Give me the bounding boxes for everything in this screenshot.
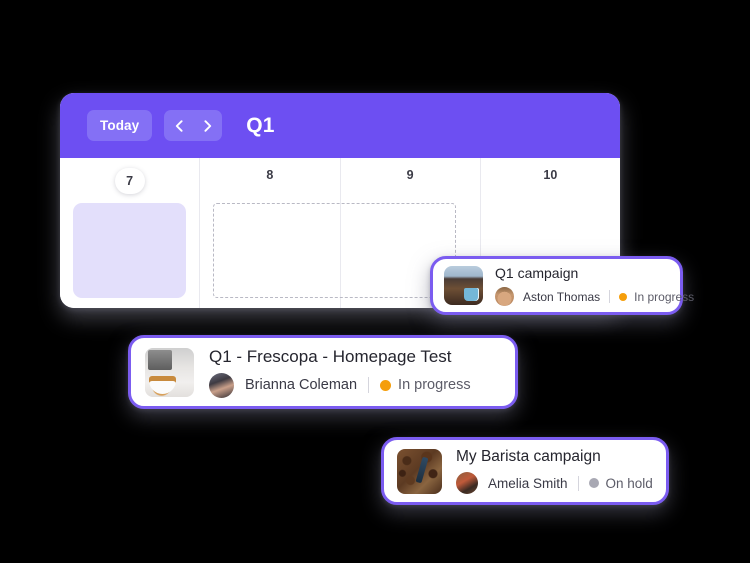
- status-label: On hold: [605, 475, 653, 491]
- today-button[interactable]: Today: [87, 110, 153, 141]
- status-badge: In progress: [619, 290, 694, 304]
- assignee-name: Brianna Coleman: [245, 377, 358, 393]
- avatar: [209, 372, 234, 398]
- status-badge: On hold: [588, 475, 653, 491]
- next-period-button[interactable]: [193, 110, 222, 141]
- calendar-header: Today Q1: [60, 93, 620, 158]
- screenshot-stage: Today Q1 7 8 9 10 Q1 campaign Aston Thom…: [0, 0, 750, 563]
- day-number: 10: [543, 168, 558, 182]
- meta-divider: [368, 377, 370, 393]
- status-label: In progress: [634, 289, 695, 304]
- avatar: [456, 472, 478, 494]
- task-card-title: Q1 - Frescopa - Homepage Test: [209, 346, 452, 366]
- assignee-name: Amelia Smith: [488, 475, 568, 491]
- status-dot: [380, 379, 392, 391]
- date-nav-group: [164, 110, 223, 141]
- status-dot: [619, 292, 628, 301]
- day-number: 8: [266, 168, 274, 182]
- task-card-my-barista-campaign[interactable]: My Barista campaign Amelia Smith On hold: [381, 437, 669, 505]
- status-label: In progress: [398, 377, 471, 393]
- status-badge: In progress: [380, 377, 471, 393]
- prev-period-button[interactable]: [164, 110, 193, 141]
- task-card-meta: Aston Thomas In progress: [495, 287, 694, 306]
- task-card-meta: Amelia Smith On hold: [456, 472, 653, 494]
- day-column-7[interactable]: 7: [60, 158, 201, 308]
- task-card-text: My Barista campaign Amelia Smith On hold: [456, 448, 653, 494]
- task-card-title: My Barista campaign: [456, 448, 601, 465]
- day-column-8[interactable]: 8: [200, 158, 457, 308]
- calendar-period-title: Q1: [246, 113, 275, 137]
- task-card-frescopa-homepage-test[interactable]: Q1 - Frescopa - Homepage Test Brianna Co…: [128, 335, 518, 409]
- task-card-text: Q1 - Frescopa - Homepage Test Brianna Co…: [209, 347, 471, 398]
- espresso-machine-thumbnail-icon: [145, 347, 194, 397]
- meta-divider: [577, 475, 579, 491]
- assignee-name: Aston Thomas: [523, 289, 601, 304]
- meta-divider: [609, 290, 611, 303]
- status-dot: [588, 478, 599, 488]
- task-card-title: Q1 campaign: [495, 265, 579, 281]
- task-card-meta: Brianna Coleman In progress: [209, 372, 471, 398]
- calendar-event-block[interactable]: [73, 203, 187, 298]
- day-number-today: 7: [60, 158, 199, 194]
- coffee-mug-landscape-thumbnail-icon: [444, 266, 483, 305]
- day-number: 9: [406, 168, 414, 182]
- task-card-q1-campaign[interactable]: Q1 campaign Aston Thomas In progress: [430, 256, 694, 315]
- task-card-text: Q1 campaign Aston Thomas In progress: [495, 265, 694, 306]
- coffee-beans-thumbnail-icon: [397, 448, 442, 494]
- avatar: [495, 287, 514, 306]
